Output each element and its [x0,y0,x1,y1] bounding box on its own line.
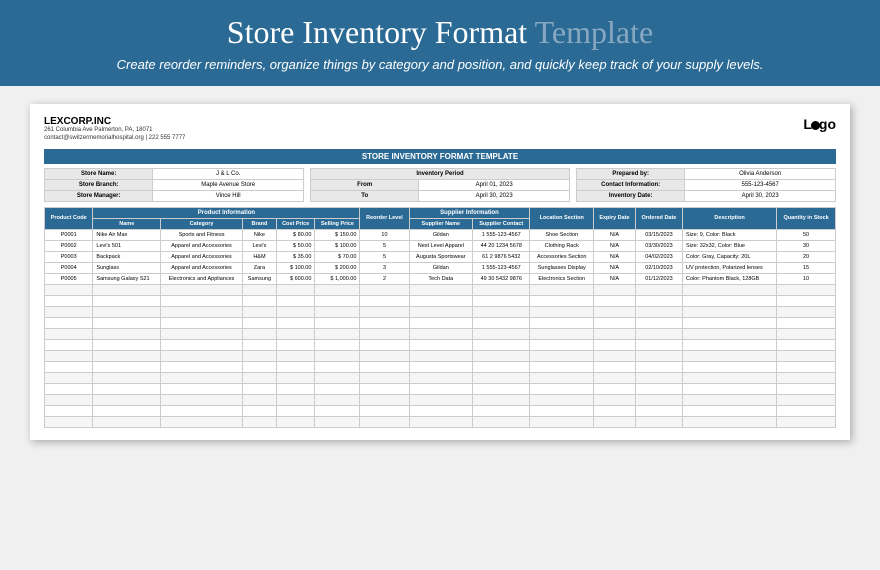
prepared-info: Prepared by:Olivia Anderson Contact Info… [576,168,836,201]
table-row [45,372,836,383]
table-row [45,339,836,350]
table-row [45,295,836,306]
table-row [45,328,836,339]
company-contact: contact@switzermemorialhospital.org | 22… [44,135,185,143]
table-row [45,306,836,317]
table-row [45,383,836,394]
banner-subtitle: Create reorder reminders, organize thing… [20,57,860,72]
canvas: LEXCORP.INC 261 Columbia Ave Palmerton, … [0,86,880,458]
company-name: LEXCORP.INC [44,116,185,127]
inventory-table: Product Code Product Information Reorder… [44,207,836,428]
table-row [45,394,836,405]
period-info: Inventory Period FromApril 01, 2023 ToAp… [310,168,570,201]
table-row [45,317,836,328]
banner-title: Store Inventory Format Template [20,14,860,51]
table-row: P0004SunglassApparel and AccessoriesZara… [45,262,836,273]
store-info: Store Name:J & L Co. Store Branch:Maple … [44,168,304,201]
table-row: P0002Levi's 501Apparel and AccessoriesLe… [45,240,836,251]
table-row [45,350,836,361]
table-row [45,405,836,416]
sheet-title: STORE INVENTORY FORMAT TEMPLATE [44,149,836,164]
info-section: Store Name:J & L Co. Store Branch:Maple … [44,168,836,201]
company-block: LEXCORP.INC 261 Columbia Ave Palmerton, … [44,116,185,143]
table-row: P0001Nike Air MaxSports and FitnessNike$… [45,229,836,240]
table-row: P0003BackpackApparel and AccessoriesH&M$… [45,251,836,262]
logo: Lgo [803,116,836,132]
table-row [45,284,836,295]
table-row [45,416,836,427]
company-address: 261 Columbia Ave Palmerton, PA, 18071 [44,127,185,135]
page-banner: Store Inventory Format Template Create r… [0,0,880,86]
table-row: P0005Samsung Galaxy S21Electronics and A… [45,273,836,284]
table-row [45,361,836,372]
spreadsheet: LEXCORP.INC 261 Columbia Ave Palmerton, … [30,104,850,440]
